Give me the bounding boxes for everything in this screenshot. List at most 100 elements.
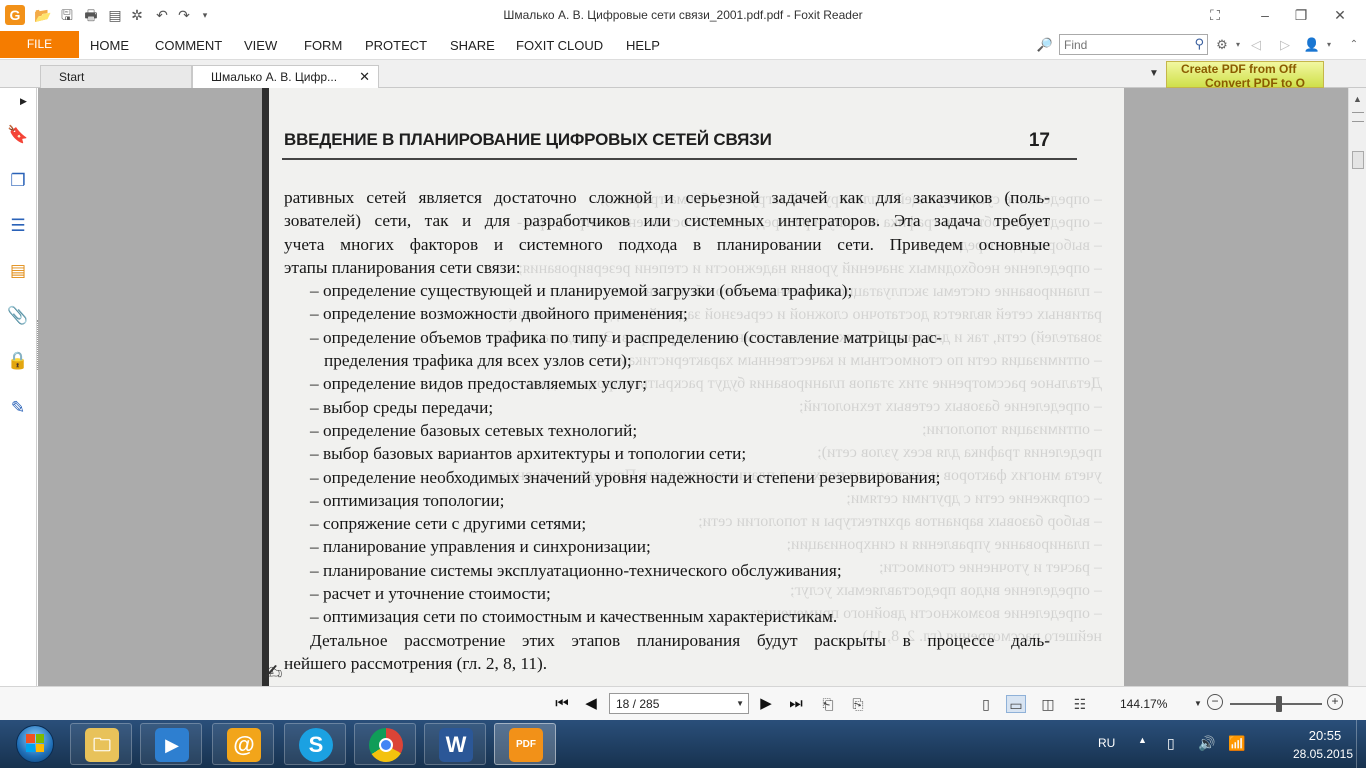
close-button[interactable]: ✕ [1328, 4, 1352, 26]
page-dropdown-icon[interactable]: ▼ [736, 699, 744, 708]
taskbar-word[interactable]: W [424, 723, 486, 765]
menu-view[interactable]: VIEW [244, 38, 277, 53]
taskbar-explorer[interactable]: 🗀 [70, 723, 132, 765]
at-sign-icon: @ [227, 728, 261, 762]
page-selector: ▼ [609, 693, 749, 714]
settings-dropdown-icon[interactable]: ▾ [1229, 36, 1247, 54]
zoom-level[interactable]: 144.17% [1120, 697, 1167, 711]
find-folder-icon[interactable]: 🔎 [1036, 36, 1054, 54]
menu-help[interactable]: HELP [626, 38, 660, 53]
continuous-facing-icon[interactable]: ☷ [1070, 695, 1090, 713]
page-number: 17 [1028, 130, 1050, 151]
list-item-continuation: пределения трафика для всех узлов сети); [324, 351, 632, 371]
attachment-icon[interactable]: 📎 [7, 305, 29, 327]
network-signal-icon[interactable]: 📶 [1228, 735, 1245, 752]
scan-edge [262, 88, 269, 686]
document-viewport[interactable]: – определение существующей и планируемой… [38, 88, 1348, 686]
zoom-in-icon[interactable]: + [1327, 694, 1343, 710]
list-item: – определение объемов трафика по типу и … [310, 327, 942, 347]
zoom-out-icon[interactable]: − [1207, 694, 1223, 710]
expand-panel-icon[interactable]: ▶ [20, 96, 27, 107]
zoom-slider-thumb[interactable] [1276, 696, 1282, 712]
close-tab-icon[interactable]: ✕ [359, 66, 370, 88]
taskbar-chrome[interactable] [354, 723, 416, 765]
pages-icon[interactable]: ❐ [7, 170, 29, 192]
menu-protect[interactable]: PROTECT [365, 38, 427, 53]
taskbar-media-player[interactable]: ▶ [140, 723, 202, 765]
clock-date[interactable]: 28.05.2015 [1291, 747, 1355, 761]
tab-document[interactable]: Шмалько А. В. Цифр... ✕ [192, 65, 379, 89]
list-item: – оптимизация сети по стоимостным и каче… [310, 607, 838, 627]
text-line: зователей) сети, так и для разработчиков… [284, 211, 1050, 231]
title-bar: G 📂 🖫 🖶 ▤ ✲ ↶ ↷ ▾ Шмалько А. В. Цифровые… [0, 0, 1366, 31]
page-number-input[interactable] [610, 694, 730, 713]
text-line: нейшего рассмотрения (гл. 2, 8, 11). [284, 653, 548, 673]
volume-icon[interactable]: 🔊 [1198, 735, 1215, 752]
ad-banner[interactable]: Create PDF from Off Convert PDF to O [1166, 61, 1324, 88]
back-arrow-icon[interactable]: ◁ [1247, 36, 1265, 54]
foxit-pdf-icon: PDF [509, 728, 543, 762]
page-header: ВВЕДЕНИЕ В ПЛАНИРОВАНИЕ ЦИФРОВЫХ СЕТЕЙ С… [284, 130, 772, 149]
scroll-up-icon[interactable]: ▲ [1353, 94, 1362, 104]
taskbar-skype[interactable]: S [284, 723, 346, 765]
menu-foxit-cloud[interactable]: FOXIT CLOUD [516, 38, 603, 53]
text-line: учета многих факторов и системного подхо… [284, 234, 1050, 254]
list-item: – выбор базовых вариантов архитектуры и … [310, 444, 747, 464]
menu-share[interactable]: SHARE [450, 38, 495, 53]
folder-icon: 🗀 [85, 728, 119, 762]
continuous-page-icon[interactable]: ▭ [1006, 695, 1026, 713]
restore-button[interactable]: ❐ [1289, 4, 1313, 26]
tab-start[interactable]: Start [40, 65, 192, 88]
taskbar-mail[interactable]: @ [212, 723, 274, 765]
last-page-icon[interactable]: ⏭ [786, 694, 806, 714]
header-rule [282, 158, 1077, 160]
comments-icon[interactable]: ▤ [7, 260, 29, 282]
fullscreen-icon[interactable]: ⛶ [1203, 4, 1227, 26]
show-desktop-button[interactable] [1356, 720, 1366, 768]
ad-dropdown-icon[interactable]: ▼ [1149, 68, 1159, 79]
start-button[interactable] [6, 723, 64, 765]
menu-comment[interactable]: COMMENT [155, 38, 222, 53]
user-icon[interactable]: 👤 [1303, 36, 1321, 54]
menu-home[interactable]: HOME [90, 38, 129, 53]
menu-form[interactable]: FORM [304, 38, 342, 53]
word-icon: W [439, 728, 473, 762]
usb-device-icon[interactable]: ▯ [1167, 735, 1175, 752]
vertical-scrollbar[interactable]: ▲ [1348, 88, 1366, 686]
minimize-button[interactable]: – [1253, 4, 1277, 26]
previous-page-icon[interactable]: ◀ [581, 694, 601, 714]
menu-file[interactable]: FILE [0, 31, 79, 58]
skype-icon: S [299, 728, 333, 762]
signature-pen-icon[interactable]: ✎ [7, 397, 29, 419]
next-page-icon[interactable]: ▶ [756, 694, 776, 714]
chrome-icon [369, 728, 403, 762]
list-item: – планирование системы эксплуатационно-т… [310, 560, 842, 580]
scroll-thumb[interactable] [1352, 151, 1364, 169]
layers-icon[interactable]: ☰ [7, 215, 29, 237]
first-page-icon[interactable]: ⏮ [552, 694, 572, 714]
tray-expand-icon[interactable]: ▲ [1138, 735, 1147, 745]
list-item: – планирование управления и синхронизаци… [310, 537, 651, 557]
collapse-ribbon-icon[interactable]: ⌃ [1345, 36, 1363, 54]
list-item: – выбор среды передачи; [310, 397, 494, 417]
list-item: – определение возможности двойного приме… [310, 304, 688, 324]
ad-line-2: Convert PDF to O [1205, 76, 1306, 88]
taskbar-foxit[interactable]: PDF [494, 723, 556, 765]
zoom-dropdown-icon[interactable]: ▼ [1194, 699, 1202, 708]
user-dropdown-icon[interactable]: ▾ [1320, 36, 1338, 54]
text-line: ративных сетей является достаточно сложн… [284, 188, 1050, 207]
next-view-icon[interactable]: ⎘ [848, 695, 868, 713]
previous-view-icon[interactable]: ⎗ [818, 695, 838, 713]
find-input[interactable] [1060, 35, 1182, 54]
bookmark-icon[interactable]: 🔖 [7, 124, 29, 146]
split-view-handle[interactable] [1352, 112, 1364, 122]
ribbon-menu: FILE HOME COMMENT VIEW FORM PROTECT SHAR… [0, 31, 1366, 60]
search-icon[interactable]: ⚲ [1194, 36, 1204, 52]
language-indicator[interactable]: RU [1098, 736, 1115, 750]
status-bar: ⏮ ◀ ▼ ▶ ⏭ ⎗ ⎘ ▯ ▭ ◫ ☷ 144.17% ▼ − + [0, 686, 1366, 720]
forward-arrow-icon[interactable]: ▷ [1276, 36, 1294, 54]
security-lock-icon[interactable]: 🔒 [7, 350, 29, 372]
single-page-icon[interactable]: ▯ [976, 695, 996, 713]
clock-time[interactable]: 20:55 [1300, 728, 1350, 743]
facing-pages-icon[interactable]: ◫ [1038, 695, 1058, 713]
